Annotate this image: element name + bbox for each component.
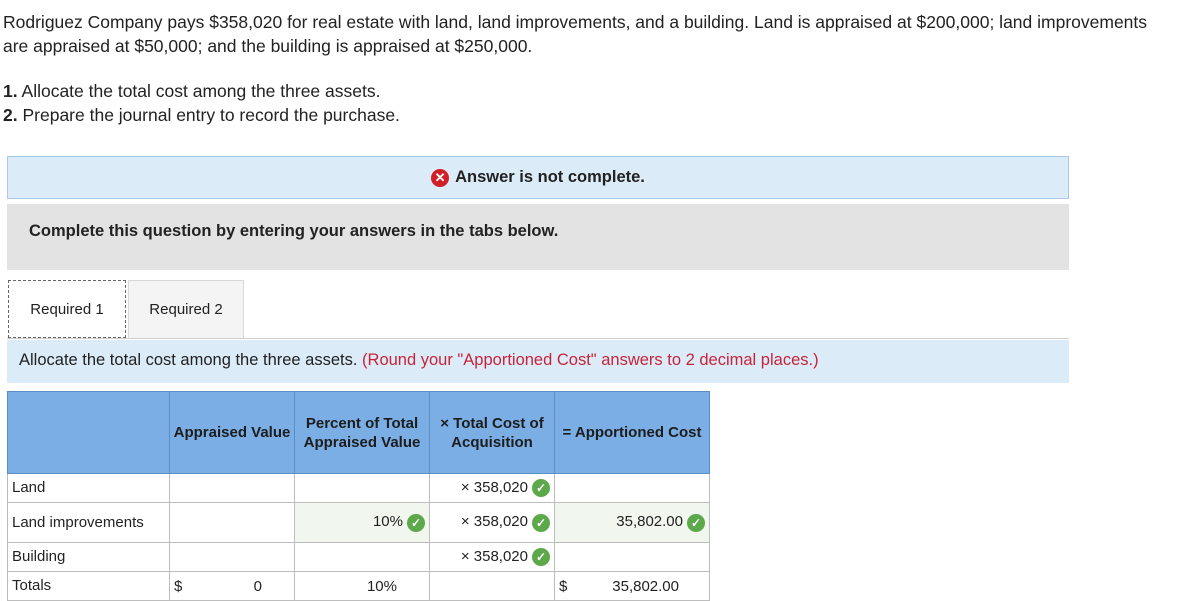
- instruction-main: Allocate the total cost among the three …: [19, 351, 358, 369]
- percent-input[interactable]: [294, 542, 430, 572]
- table-header-row: Appraised Value Percent of Total Apprais…: [7, 391, 710, 474]
- header-total-cost: × Total Cost of Acquisition: [429, 391, 555, 474]
- tab-required-2[interactable]: Required 2: [128, 280, 244, 338]
- question-text: Rodriguez Company pays $358,020 for real…: [3, 12, 1148, 56]
- table-row: Land × 358,020 ✓: [7, 473, 710, 503]
- percent-input[interactable]: 10% ✓: [294, 502, 430, 543]
- instruction-banner: Complete this question by entering your …: [7, 204, 1069, 270]
- total-cost-cell: × 358,020 ✓: [429, 473, 555, 503]
- answer-incomplete-text: Answer is not complete.: [455, 168, 645, 186]
- tab-divider: [7, 338, 1069, 339]
- row-label: Land improvements: [7, 502, 170, 543]
- totals-row: Totals $0 10% $35,802.00: [7, 571, 710, 601]
- total-cost-cell: × 358,020 ✓: [429, 542, 555, 572]
- appraised-input[interactable]: [169, 473, 295, 503]
- header-blank: [7, 391, 170, 474]
- question-item-2: 2. Prepare the journal entry to record t…: [3, 105, 400, 125]
- table-row: Land improvements 10% ✓ × 358,020 ✓ 35,802…: [7, 502, 710, 543]
- header-appraised-value: Appraised Value: [169, 391, 295, 474]
- header-apportioned-cost: = Apportioned Cost: [554, 391, 710, 474]
- totals-percent: 10%: [294, 571, 430, 601]
- totals-appraised: $0: [169, 571, 295, 601]
- allocation-instruction: Allocate the total cost among the three …: [7, 340, 1069, 383]
- check-icon: ✓: [407, 513, 425, 532]
- check-icon: ✓: [532, 513, 550, 532]
- error-x-icon: ✕: [431, 168, 450, 187]
- total-cost-cell: × 358,020 ✓: [429, 502, 555, 543]
- tab-required-1[interactable]: Required 1: [8, 280, 126, 338]
- instruction-rounding-note: (Round your "Apportioned Cost" answers t…: [362, 351, 819, 369]
- table-row: Building × 358,020 ✓: [7, 542, 710, 572]
- allocation-table: Appraised Value Percent of Total Apprais…: [7, 391, 710, 601]
- totals-total-cost: [429, 571, 555, 601]
- apportioned-input[interactable]: [554, 542, 710, 572]
- question-list: 1. Allocate the total cost among the thr…: [3, 79, 400, 127]
- totals-label: Totals: [7, 571, 170, 601]
- question-item-1: 1. Allocate the total cost among the thr…: [3, 81, 381, 101]
- row-label: Land: [7, 473, 170, 503]
- check-icon: ✓: [687, 513, 705, 532]
- apportioned-input[interactable]: [554, 473, 710, 503]
- apportioned-input[interactable]: 35,802.00 ✓: [554, 502, 710, 543]
- totals-apportioned: $35,802.00: [554, 571, 710, 601]
- appraised-input[interactable]: [169, 542, 295, 572]
- percent-input[interactable]: [294, 473, 430, 503]
- answer-incomplete-banner: ✕ Answer is not complete.: [7, 156, 1069, 199]
- row-label: Building: [7, 542, 170, 572]
- appraised-input[interactable]: [169, 502, 295, 543]
- header-percent: Percent of Total Appraised Value: [294, 391, 430, 474]
- check-icon: ✓: [532, 548, 550, 567]
- check-icon: ✓: [532, 479, 550, 498]
